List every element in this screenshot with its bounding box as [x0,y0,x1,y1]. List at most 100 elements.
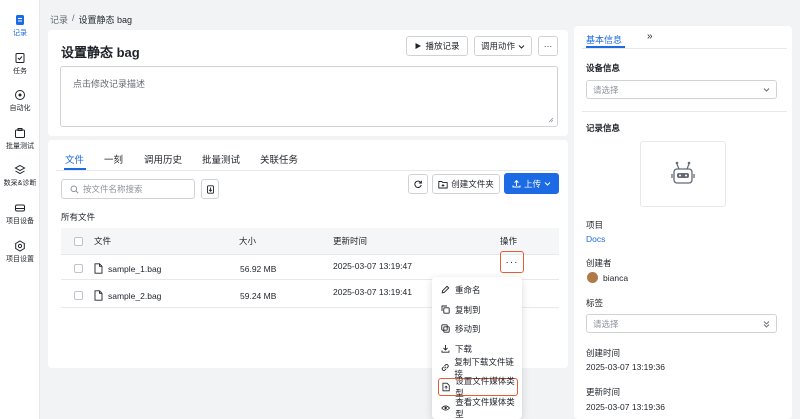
nav-label: 自动化 [9,105,31,112]
search-icon [70,185,79,194]
batch-test-icon [15,128,25,138]
file-actions-menu: 重命名 复制到 移动到 下载 复制下载文件链接 设置文件媒体类型 查看文件媒体类… [432,277,522,419]
row-checkbox[interactable] [74,291,83,300]
nav-label: 项目设置 [6,256,34,263]
file-download-icon [206,184,214,194]
tab-moment[interactable]: 一刻 [104,152,123,166]
upload-icon [512,179,521,188]
chevron-down-icon [544,182,551,186]
device-select-placeholder: 请选择 [593,84,619,95]
create-folder-button[interactable]: 创建文件夹 [432,174,500,194]
refresh-button[interactable] [408,174,428,194]
chevron-down-icon [763,88,770,92]
breadcrumb-separator: / [72,13,75,23]
tab-divider [56,170,559,171]
more-actions-button[interactable]: ··· [538,36,558,56]
creator-name: bianca [603,273,629,283]
menu-item-label: 下载 [455,343,473,354]
select-all-checkbox[interactable] [74,237,83,246]
upload-label: 上传 [523,178,541,189]
nav-item-automation[interactable]: 自动化 [0,89,40,113]
file-size: 56.92 MB [240,264,277,274]
move-icon [441,324,450,333]
avatar [587,272,598,283]
device-select[interactable]: 请选择 [586,80,777,99]
pencil-icon [441,285,450,294]
file-size: 59.24 MB [240,291,277,301]
device-icon [15,204,25,212]
nav-item-devices[interactable]: 项目设备 [0,202,40,226]
updated-time-label: 更新时间 [586,387,621,397]
row-more-button[interactable]: ··· [500,251,524,273]
record-thumbnail [640,141,726,207]
nav-item-records[interactable]: 记录 [0,14,40,38]
menu-item-copy-to[interactable]: 复制到 [438,301,518,318]
diagnosis-icon [14,164,26,175]
menu-item-download[interactable]: 下载 [438,340,518,357]
file-updated: 2025-03-07 13:19:47 [333,261,412,271]
eye-icon [441,405,451,410]
page-title: 设置静态 bag [61,45,140,60]
record-description-input[interactable]: 点击修改记录描述 [60,66,558,127]
nav-label: 任务 [13,68,27,75]
play-icon [415,43,422,49]
project-link[interactable]: Docs [586,234,605,244]
tab-related-tasks[interactable]: 关联任务 [260,152,298,166]
column-header-size: 大小 [239,236,257,246]
tags-select-placeholder: 请选择 [593,318,619,329]
menu-item-rename[interactable]: 重命名 [438,281,518,298]
tab-basic-info[interactable]: 基本信息 [586,33,622,46]
description-placeholder: 点击修改记录描述 [73,79,146,89]
refresh-icon [414,180,422,188]
invoke-action-label: 调用动作 [480,41,515,51]
column-header-name: 文件 [94,236,112,246]
column-header-updated: 更新时间 [333,236,368,246]
download-list-button[interactable] [201,179,219,199]
updated-time-value: 2025-03-07 13:19:36 [586,402,665,412]
menu-item-label: 移动到 [455,323,481,334]
tab-call-history[interactable]: 调用历史 [144,152,182,166]
create-folder-label: 创建文件夹 [451,179,494,189]
task-icon [15,53,25,63]
menu-item-label: 查看文件媒体类型 [455,396,515,419]
panel-tab-divider [582,48,787,49]
creator-label: 创建者 [586,258,612,268]
robot-icon [671,161,695,184]
panel-expand-button[interactable]: » [647,31,653,42]
invoke-action-button[interactable]: 调用动作 [474,36,532,56]
link-icon [441,364,449,371]
nav-label: 批量测试 [6,143,34,150]
copy-icon [441,305,450,314]
tags-select[interactable]: 请选择 [586,314,777,333]
created-time-label: 创建时间 [586,348,621,358]
file-name[interactable]: sample_2.bag [108,291,161,301]
file-search-input[interactable]: 按文件名称搜索 [61,179,195,199]
file-type-icon [442,382,450,392]
file-icon [94,290,103,301]
tab-files[interactable]: 文件 [65,152,84,166]
nav-label: 数采&诊断 [3,180,37,187]
settings-icon [15,240,25,252]
breadcrumb: 记录 / 设置静态 bag [50,13,132,26]
more-actions-label: ··· [543,41,553,51]
chevron-down-icon [518,44,525,49]
breadcrumb-current: 设置静态 bag [78,15,133,25]
row-divider [61,254,559,255]
nav-item-batch-test[interactable]: 批量测试 [0,127,40,151]
panel-section-divider [582,111,787,112]
menu-item-set-media-type[interactable]: 设置文件媒体类型 [438,376,518,398]
nav-item-settings[interactable]: 项目设置 [0,240,40,264]
play-record-button[interactable]: 播放记录 [406,36,468,56]
file-name[interactable]: sample_1.bag [108,264,161,274]
tab-batch-test[interactable]: 批量测试 [202,152,240,166]
upload-button[interactable]: 上传 [504,173,559,194]
resize-handle-icon[interactable] [548,117,554,123]
nav-item-diagnosis[interactable]: 数采&诊断 [0,164,40,188]
breadcrumb-root[interactable]: 记录 [50,13,68,26]
menu-item-move-to[interactable]: 移动到 [438,320,518,337]
row-checkbox[interactable] [74,264,83,273]
tags-label: 标签 [586,298,604,308]
nav-item-tasks[interactable]: 任务 [0,52,40,76]
menu-item-copy-link[interactable]: 复制下载文件链接 [438,357,518,379]
menu-item-view-media-type[interactable]: 查看文件媒体类型 [438,396,518,419]
